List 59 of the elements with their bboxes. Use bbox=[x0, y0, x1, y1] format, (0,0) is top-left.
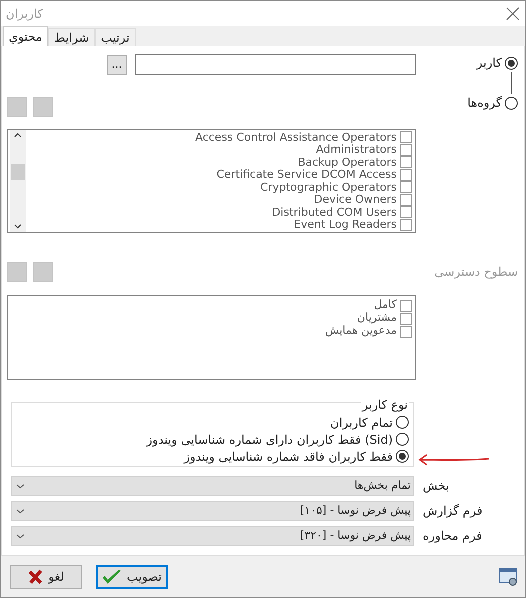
scrollbar[interactable] bbox=[10, 130, 26, 232]
radio-label: فقط کاربران دارای شماره شناسایی ویندوز (Sid) bbox=[146, 432, 393, 448]
checkbox[interactable] bbox=[400, 206, 412, 218]
radio-label: تمام کاربران bbox=[330, 414, 393, 432]
group-label: Distributed COM Users bbox=[272, 206, 397, 218]
field-label: بخش bbox=[423, 478, 450, 495]
field-label: فرم محاوره bbox=[423, 528, 482, 545]
chevron-down-icon bbox=[16, 508, 25, 514]
chevron-down-icon bbox=[16, 484, 25, 488]
checkbox[interactable] bbox=[400, 131, 412, 144]
radio-button[interactable] bbox=[505, 56, 518, 70]
checkbox[interactable] bbox=[400, 218, 412, 231]
window-settings-icon[interactable] bbox=[499, 566, 519, 586]
ok-button[interactable]: تصویب bbox=[96, 564, 168, 588]
radio-label: فقط کاربران فاقد شماره شناسایی ویندوز bbox=[184, 448, 393, 466]
group-label: Certificate Service DCOM Access bbox=[216, 169, 397, 180]
tab[interactable]: شرایط bbox=[48, 28, 96, 46]
checkbox[interactable] bbox=[400, 144, 412, 156]
group-label: Cryptographic Operators bbox=[260, 182, 397, 193]
scroll-down-icon[interactable] bbox=[14, 224, 22, 229]
radio-button[interactable] bbox=[396, 450, 409, 463]
checkbox[interactable] bbox=[400, 181, 412, 194]
close-icon[interactable] bbox=[506, 6, 520, 20]
checkbox[interactable] bbox=[400, 326, 412, 338]
scroll-thumb[interactable] bbox=[11, 164, 25, 180]
window-title: کاربران bbox=[6, 6, 44, 22]
radio-button[interactable] bbox=[396, 416, 409, 429]
checkbox[interactable] bbox=[400, 156, 412, 168]
group-label: Event Log Readers bbox=[294, 219, 397, 230]
annotation-arrow bbox=[418, 454, 490, 466]
checkbox[interactable] bbox=[400, 300, 412, 312]
browse-button[interactable]: ... bbox=[107, 54, 127, 74]
chevron-down-icon bbox=[16, 534, 25, 538]
dropdown[interactable]: تمام بخش‌ها bbox=[11, 476, 414, 496]
checkbox[interactable] bbox=[400, 312, 412, 324]
dropdown[interactable]: پیش فرض نوسا - [۳۲۰] bbox=[11, 526, 414, 546]
scroll-up-icon[interactable] bbox=[14, 133, 22, 138]
radio-button[interactable] bbox=[396, 433, 409, 446]
tab[interactable]: محتوي bbox=[3, 26, 48, 46]
user-field[interactable] bbox=[135, 54, 416, 75]
checkbox[interactable] bbox=[400, 194, 412, 206]
radio-label: کاربر bbox=[476, 55, 502, 72]
section-label: سطوح دسترسی bbox=[434, 264, 519, 281]
close-icon bbox=[28, 568, 44, 584]
checkbox[interactable] bbox=[400, 168, 412, 181]
group-label: Administrators bbox=[316, 144, 397, 156]
radio-button[interactable] bbox=[505, 96, 518, 110]
radio-label: گروه‌ها bbox=[468, 95, 502, 112]
group-label: Access Control Assistance Operators bbox=[196, 132, 397, 143]
field-label: فرم گزارش bbox=[423, 503, 483, 520]
dropdown[interactable]: پیش فرض نوسا - [۱۰۵] bbox=[11, 501, 414, 521]
cancel-button[interactable]: لغو bbox=[10, 564, 82, 588]
tab[interactable]: ترتیب bbox=[95, 28, 136, 46]
access-level-label: کامل bbox=[374, 297, 397, 312]
access-level-label: مدعوین همایش bbox=[326, 324, 397, 340]
group-label: Backup Operators bbox=[298, 156, 397, 168]
checkmark-icon bbox=[102, 568, 122, 584]
access-level-label: مشتریان bbox=[357, 310, 397, 326]
group-label: Device Owners bbox=[314, 194, 397, 206]
